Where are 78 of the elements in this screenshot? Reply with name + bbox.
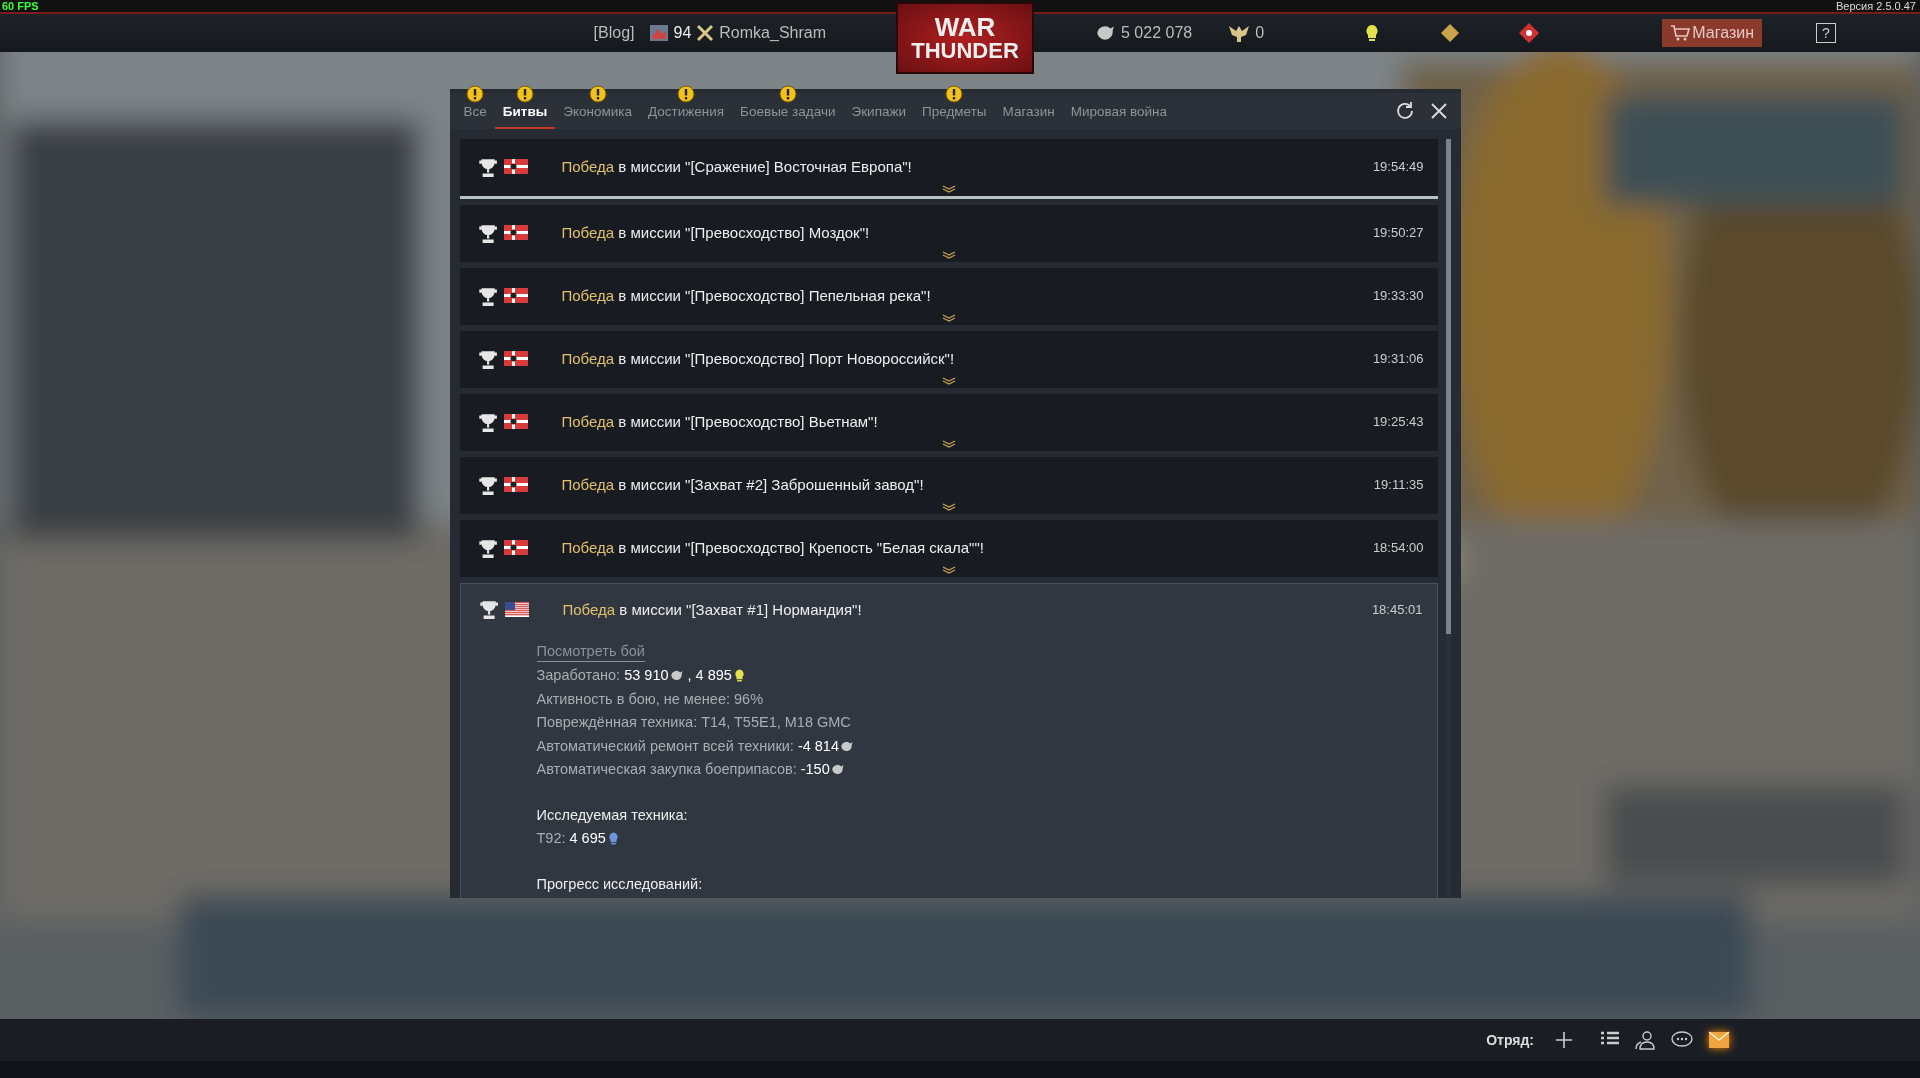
scrollbar-thumb[interactable] (1445, 139, 1451, 634)
tab[interactable]: Мировая война (1062, 84, 1176, 129)
notification-entry[interactable]: Победа в миссии "[Сражение] Восточная Европа"! 19:54:49 (459, 139, 1438, 199)
tab[interactable]: Боевые задачи (732, 84, 844, 129)
chevron-icon (941, 377, 956, 385)
notification-entry[interactable]: Победа в миссии "[Превосходство] Порт Новороссийск"! 19:31:06 (459, 331, 1438, 388)
eagle-icon (1228, 23, 1251, 43)
tab[interactable]: Экипажи (843, 84, 915, 129)
tab[interactable]: Все (455, 84, 495, 129)
rank-level: 94 (673, 24, 692, 42)
refresh-button[interactable] (1394, 101, 1415, 121)
player-name: Romka_Shram (719, 24, 826, 42)
entry-time: 18:54:00 (1372, 540, 1424, 555)
detail-label: Повреждённая техника: T14, T55E1, M18 GMC (536, 713, 851, 732)
detail-label: Заработано: (536, 666, 621, 685)
entry-message: Победа в миссии "[Превосходство] Моздок"! (561, 224, 871, 241)
tab[interactable]: Предметы (914, 84, 995, 129)
close-button[interactable] (1428, 101, 1449, 121)
entry-time: 19:54:49 (1372, 159, 1424, 174)
detail-value: -150 (800, 760, 830, 779)
entry-message: Победа в миссии "[Захват #1] Нормандия"! (562, 600, 863, 618)
entry-message: Победа в миссии "[Сражение] Восточная Европа"! (561, 158, 913, 175)
notification-entry[interactable]: Победа в миссии "[Превосходство] Вьетнам"! 19:25:43 (459, 394, 1438, 451)
cart-icon (1670, 24, 1691, 42)
help-button[interactable]: ? (1816, 23, 1836, 43)
view-battle-link[interactable]: Посмотреть бой (536, 641, 645, 662)
entry-time: 18:45:01 (1371, 601, 1423, 617)
tab[interactable]: Магазин (994, 84, 1063, 129)
notification-entry[interactable] (459, 583, 1438, 898)
chevron-icon (941, 314, 956, 322)
entry-message: Победа в миссии "[Превосходство] Вьетнам"! (561, 413, 879, 430)
section-heading: Исследуемая техника: (536, 805, 689, 825)
chevron-icon (941, 440, 956, 448)
notification-entry[interactable]: Победа в миссии "[Превосходство] Моздок"! 19:50:27 (459, 205, 1438, 262)
crossed-swords-icon (696, 24, 715, 42)
detail-value: -4 814 (797, 736, 839, 756)
mail-button[interactable] (1708, 1031, 1730, 1049)
eagles-balance: 0 (1255, 24, 1265, 42)
entry-time: 19:25:43 (1372, 414, 1424, 429)
detail-value: 53 910 (624, 666, 669, 685)
entry-message: Победа в миссии "[Превосходство] Пепельная река"! (561, 287, 932, 304)
chevron-icon (941, 566, 956, 574)
chat-button[interactable] (1670, 1030, 1694, 1050)
squad-label: Отряд: (1486, 1032, 1534, 1048)
entry-message: Победа в миссии "[Превосходство] Крепость "Белая скала""! (561, 539, 985, 556)
coupon-icon (1518, 22, 1541, 44)
section-heading: Прогресс исследований: (536, 874, 704, 894)
shop-button[interactable]: Магазин (1662, 19, 1762, 47)
detail-value: , 4 895 (687, 666, 732, 685)
notification-entry[interactable]: Победа в миссии "[Превосходство] Пепельная река"! 19:33:30 (459, 268, 1438, 325)
entry-time: 19:11:35 (1373, 477, 1424, 492)
detail-label: Автоматическая закупка боеприпасов: (536, 760, 797, 779)
chevron-icon (941, 503, 956, 511)
detail-label: T92: (536, 829, 566, 848)
currency-balance: 5 022 078 (1121, 24, 1193, 42)
friends-button[interactable] (1634, 1030, 1656, 1050)
tab[interactable]: Битвы (494, 84, 556, 129)
entry-message: Победа в миссии "[Захват #2] Заброшенный завод"! (561, 476, 925, 493)
notification-entry[interactable]: Победа в миссии "[Захват #2] Заброшенный завод"! 19:11:35 (459, 457, 1438, 514)
rank-icon (648, 23, 669, 43)
notification-entry[interactable]: Победа в миссии "[Превосходство] Крепость "Белая скала""! 18:54:00 (459, 520, 1438, 577)
tab[interactable]: Экономика (555, 84, 640, 129)
version-label: Версия 2.5.0.47 (1836, 0, 1917, 12)
entry-time: 19:31:06 (1372, 351, 1424, 366)
entry-message: Победа в миссии "[Превосходство] Порт Новороссийск"! (561, 350, 956, 367)
diamond-icon (1440, 23, 1461, 43)
tab[interactable]: Достижения (640, 84, 733, 129)
blog-link[interactable]: [Blog] (593, 24, 635, 42)
detail-label: Автоматический ремонт всей техники: (536, 736, 794, 756)
detail-label: Активность в бою, не менее: 96% (536, 689, 764, 709)
chevron-icon (941, 251, 956, 259)
entry-time: 19:50:27 (1372, 225, 1424, 240)
game-logo: WAR THUNDER (896, 2, 1034, 74)
chevron-icon (941, 185, 956, 193)
detail-value: 4 695 (569, 829, 606, 848)
fps-counter: 60 FPS (1, 0, 39, 12)
add-squad-button[interactable] (1554, 1030, 1574, 1050)
entry-time: 19:33:30 (1372, 288, 1424, 303)
